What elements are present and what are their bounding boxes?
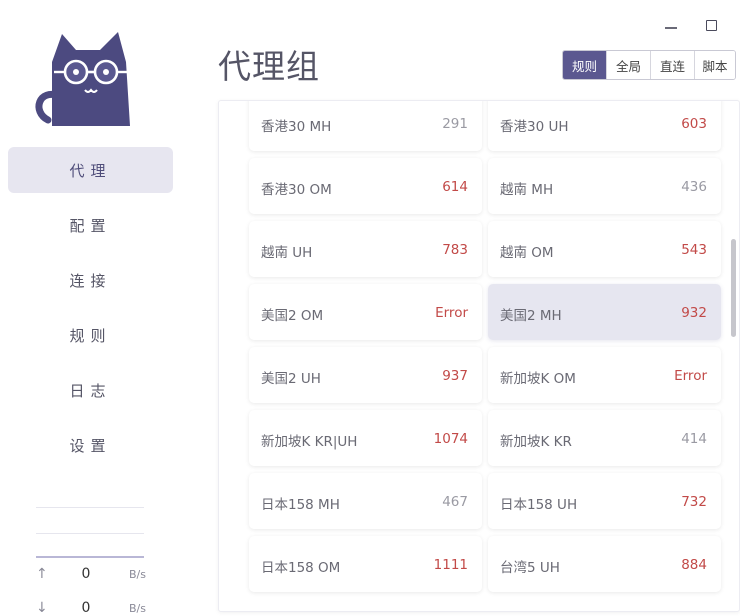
- proxy-name: 越南 UH: [261, 245, 313, 261]
- proxy-name: 美国2 UH: [261, 371, 321, 387]
- proxy-delay[interactable]: Error: [435, 305, 468, 321]
- page-title: 代理组: [218, 47, 320, 86]
- proxy-name: 新加坡K KR|UH: [261, 434, 358, 450]
- proxy-card[interactable]: 新加坡K OM Error: [488, 347, 721, 403]
- minimize-button[interactable]: [660, 14, 682, 36]
- proxy-card[interactable]: 美国2 OM Error: [249, 284, 482, 340]
- proxy-delay[interactable]: 932: [681, 305, 707, 321]
- proxy-name: 新加坡K KR: [500, 434, 572, 450]
- sidebar-item-profiles[interactable]: 配置: [8, 202, 173, 248]
- proxy-delay[interactable]: 732: [681, 494, 707, 510]
- arrow-up-icon: ↑: [36, 566, 48, 582]
- proxy-name: 美国2 MH: [500, 308, 562, 324]
- mode-rule-button[interactable]: 规则: [563, 51, 607, 79]
- app-window: 代理 配置 连接 规则 日志 设置 ↑ 0 B/s ↓ 0 B/s 代理组 规则…: [0, 0, 740, 616]
- proxy-card[interactable]: 新加坡K KR 414: [488, 410, 721, 466]
- proxy-card[interactable]: 日本158 UH 732: [488, 473, 721, 529]
- mode-selector: 规则 全局 直连 脚本: [562, 50, 736, 80]
- sidebar-item-connections[interactable]: 连接: [8, 257, 173, 303]
- proxy-name: 日本158 UH: [500, 497, 578, 513]
- proxy-name: 美国2 OM: [261, 308, 324, 324]
- traffic-graph: [36, 506, 144, 558]
- proxy-card[interactable]: 越南 OM 543: [488, 221, 721, 277]
- proxy-name: 新加坡K OM: [500, 371, 576, 387]
- proxy-name: 台湾5 UH: [500, 560, 560, 576]
- sidebar-item-label: 规则: [69, 326, 112, 345]
- proxy-card[interactable]: 香港30 OM 614: [249, 158, 482, 214]
- sidebar-item-settings[interactable]: 设置: [8, 422, 173, 468]
- upload-speed: ↑ 0 B/s: [36, 566, 146, 582]
- proxy-card[interactable]: 日本158 OM 1111: [249, 536, 482, 592]
- proxy-delay[interactable]: 783: [442, 242, 468, 258]
- proxy-delay[interactable]: 436: [681, 179, 707, 195]
- proxy-card[interactable]: 美国2 UH 937: [249, 347, 482, 403]
- proxy-delay[interactable]: Error: [674, 368, 707, 384]
- proxy-card[interactable]: 香港30 MH 291: [249, 101, 482, 151]
- maximize-button[interactable]: [700, 14, 722, 36]
- sidebar-item-logs[interactable]: 日志: [8, 367, 173, 413]
- sidebar-item-label: 代理: [69, 161, 112, 180]
- proxy-delay[interactable]: 884: [681, 557, 707, 573]
- proxy-delay[interactable]: 1111: [434, 557, 468, 573]
- download-speed: ↓ 0 B/s: [36, 600, 146, 616]
- download-speed-unit: B/s: [129, 601, 146, 615]
- window-controls: [660, 14, 722, 36]
- sidebar-item-proxy[interactable]: 代理: [8, 147, 173, 193]
- sidebar-nav: 代理 配置 连接 规则 日志 设置: [8, 147, 173, 477]
- proxy-card[interactable]: 越南 MH 436: [488, 158, 721, 214]
- proxy-card[interactable]: 香港30 UH 603: [488, 101, 721, 151]
- sidebar-item-label: 连接: [69, 271, 112, 290]
- proxy-name: 日本158 OM: [261, 560, 341, 576]
- proxy-delay[interactable]: 467: [442, 494, 468, 510]
- proxy-delay[interactable]: 414: [681, 431, 707, 447]
- proxy-delay[interactable]: 543: [681, 242, 707, 258]
- sidebar-item-label: 配置: [69, 216, 112, 235]
- proxy-card[interactable]: 美国2 MH 932: [488, 284, 721, 340]
- proxy-name: 日本158 MH: [261, 497, 340, 513]
- sidebar-item-rules[interactable]: 规则: [8, 312, 173, 358]
- proxy-name: 香港30 UH: [500, 119, 569, 135]
- traffic-grid-line: [36, 507, 144, 508]
- traffic-grid-line: [36, 533, 144, 534]
- sidebar-item-label: 设置: [69, 436, 112, 455]
- proxy-grid: 香港30 MH 291 香港30 UH 603 香港30 OM 614 越南 MH 436 越南…: [249, 101, 721, 592]
- proxy-card[interactable]: 新加坡K KR|UH 1074: [249, 410, 482, 466]
- proxy-name: 香港30 OM: [261, 182, 332, 198]
- mode-global-button[interactable]: 全局: [607, 51, 651, 79]
- proxy-delay[interactable]: 603: [681, 116, 707, 132]
- proxy-name: 越南 OM: [500, 245, 554, 261]
- proxy-delay[interactable]: 1074: [434, 431, 468, 447]
- proxy-delay[interactable]: 937: [442, 368, 468, 384]
- proxy-delay[interactable]: 291: [442, 116, 468, 132]
- sidebar-item-label: 日志: [69, 381, 112, 400]
- cat-logo-icon: [35, 32, 130, 126]
- upload-speed-unit: B/s: [129, 567, 146, 581]
- proxy-group-panel: 香港30 MH 291 香港30 UH 603 香港30 OM 614 越南 MH 436 越南…: [218, 100, 740, 612]
- proxy-card[interactable]: 越南 UH 783: [249, 221, 482, 277]
- minimize-icon: [665, 27, 677, 29]
- maximize-icon: [705, 19, 717, 31]
- sidebar: 代理 配置 连接 规则 日志 设置 ↑ 0 B/s ↓ 0 B/s: [0, 0, 180, 616]
- scrollbar-thumb[interactable]: [731, 239, 736, 337]
- proxy-card[interactable]: 日本158 MH 467: [249, 473, 482, 529]
- mode-script-button[interactable]: 脚本: [695, 51, 735, 79]
- traffic-baseline: [36, 556, 144, 558]
- upload-speed-value: 0: [81, 566, 91, 582]
- proxy-name: 香港30 MH: [261, 119, 332, 135]
- arrow-down-icon: ↓: [36, 600, 48, 616]
- download-speed-value: 0: [81, 600, 91, 616]
- proxy-name: 越南 MH: [500, 182, 554, 198]
- proxy-card[interactable]: 台湾5 UH 884: [488, 536, 721, 592]
- mode-direct-button[interactable]: 直连: [651, 51, 695, 79]
- proxy-delay[interactable]: 614: [442, 179, 468, 195]
